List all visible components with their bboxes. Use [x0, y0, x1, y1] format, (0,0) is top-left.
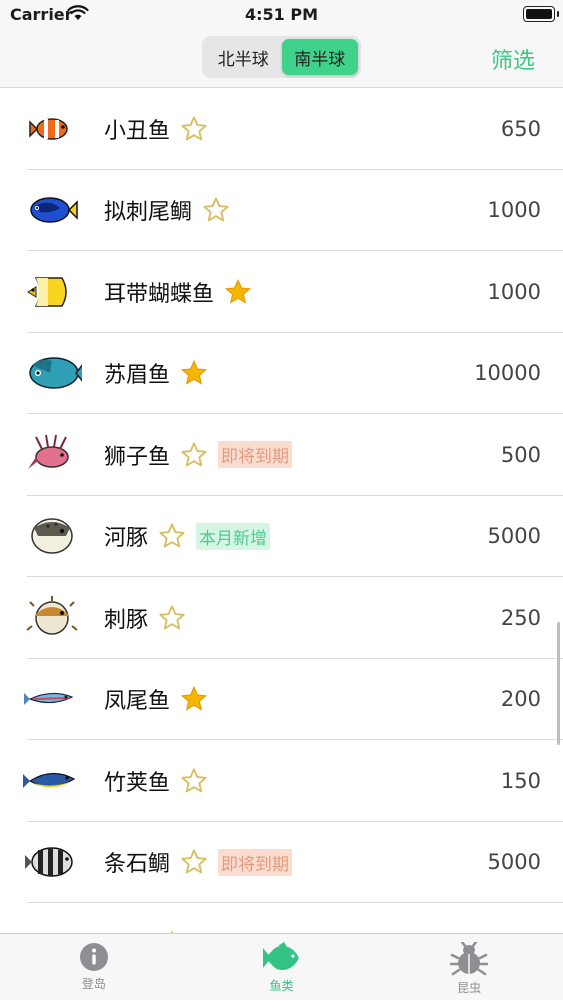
- fish-name-group: 耳带蝴蝶鱼: [104, 276, 252, 308]
- tab-island-label: 登岛: [81, 977, 106, 991]
- fish-name-group: 苏眉鱼: [104, 357, 208, 389]
- puffer-fish-icon: [31, 518, 73, 554]
- clownfish-icon: [29, 118, 68, 140]
- fish-row[interactable]: 河豚 本月新增 5000: [0, 496, 563, 578]
- blue-tang-icon: [30, 197, 78, 223]
- fish-row[interactable]: 苏眉鱼 10000: [0, 333, 563, 415]
- info-icon: [79, 943, 108, 971]
- sea-bass-icon: [22, 922, 82, 933]
- fish-price: 1000: [487, 279, 541, 304]
- favorite-star-outline-icon[interactable]: [202, 196, 230, 224]
- fish-price: 5000: [487, 524, 541, 549]
- fish-name: 小丑鱼: [104, 118, 171, 144]
- fish-row[interactable]: 凤尾鱼 200: [0, 659, 563, 741]
- leaving-soon-badge: 即将到期: [218, 848, 293, 876]
- fish-name-group: 凤尾鱼: [104, 683, 208, 715]
- favorite-star-icon[interactable]: [180, 685, 208, 713]
- fish-row[interactable]: 耳带蝴蝶鱼 1000: [0, 251, 563, 333]
- favorite-star-icon[interactable]: [224, 278, 252, 306]
- favorite-star-outline-icon[interactable]: [158, 604, 186, 632]
- fish-name: 苏眉鱼: [104, 363, 171, 389]
- filter-button[interactable]: 筛选: [491, 43, 535, 75]
- scroll-indicator: [557, 622, 560, 745]
- favorite-star-outline-icon[interactable]: [158, 522, 186, 550]
- fish-price: 500: [500, 442, 541, 467]
- fish-row[interactable]: 条石鲷 即将到期 5000: [0, 822, 563, 904]
- fish-name: 拟刺尾鲷: [104, 200, 193, 226]
- fish-name-group: 刺豚: [104, 602, 186, 634]
- anchovy-icon: [24, 693, 74, 706]
- fish-row[interactable]: 狮子鱼 即将到期 500: [0, 414, 563, 496]
- tab-fish-label: 鱼类: [269, 979, 294, 993]
- fish-price: 5000: [487, 850, 541, 875]
- fish-price: 650: [500, 116, 541, 141]
- leaving-soon-badge: 即将到期: [218, 441, 293, 469]
- favorite-star-outline-icon[interactable]: [180, 767, 208, 795]
- fish-name: 耳带蝴蝶鱼: [104, 281, 215, 307]
- fish-price: 1000: [487, 198, 541, 223]
- fish-price: 150: [500, 768, 541, 793]
- tab-insects-label: 昆虫: [457, 981, 482, 995]
- fish-row[interactable]: 鲈鱼400: [0, 903, 563, 933]
- fish-name-group: 小丑鱼: [104, 113, 208, 145]
- fish-name: 河豚: [104, 526, 149, 552]
- segment-south-hemisphere[interactable]: 南半球: [281, 39, 358, 75]
- tab-island[interactable]: 登岛: [0, 934, 188, 1000]
- favorite-star-outline-icon[interactable]: [180, 441, 208, 469]
- fish-name: 狮子鱼: [104, 444, 171, 470]
- barred-knifejaw-icon: [25, 847, 73, 877]
- fish-name-group: 河豚 本月新增: [104, 520, 271, 552]
- fish-name: 条石鲷: [104, 852, 171, 878]
- butterfly-fish-icon: [27, 277, 67, 307]
- fish-row[interactable]: 小丑鱼 650: [0, 88, 563, 170]
- napoleonfish-icon: [29, 357, 82, 389]
- bug-icon: [450, 942, 489, 976]
- tab-fish[interactable]: 鱼类: [188, 934, 376, 1000]
- favorite-star-icon[interactable]: [180, 359, 208, 387]
- hemisphere-segmented-control: 北半球 南半球: [202, 36, 361, 78]
- nav-bar: 北半球 南半球 筛选: [0, 30, 563, 88]
- status-bar: Carrier 4:51 PM: [0, 0, 563, 30]
- fish-name-group: 竹荚鱼: [104, 765, 208, 797]
- favorite-star-outline-icon[interactable]: [180, 115, 208, 143]
- horse-mackerel-icon: [23, 772, 76, 788]
- fish-icon: [262, 942, 298, 970]
- segment-north-hemisphere[interactable]: 北半球: [205, 39, 282, 75]
- fish-name: 凤尾鱼: [104, 689, 171, 715]
- spiny-puffer-icon: [26, 595, 78, 635]
- new-this-month-badge: 本月新增: [196, 522, 271, 550]
- battery-icon: [523, 6, 559, 22]
- fish-price: 10000: [474, 361, 541, 386]
- fish-name-group: 拟刺尾鲷: [104, 194, 230, 226]
- tab-insects[interactable]: 昆虫: [375, 934, 563, 1000]
- fish-name: 竹荚鱼: [104, 770, 171, 796]
- fish-price: 200: [500, 687, 541, 712]
- fish-list[interactable]: 小丑鱼 650 拟刺尾鲷 1000 耳带蝴蝶鱼 1000 苏眉鱼 10000 狮子鱼 即将到期 50…: [0, 88, 563, 933]
- fish-name-group: 狮子鱼 即将到期: [104, 439, 293, 471]
- tab-bar: 登岛 鱼类 昆虫: [0, 933, 563, 1000]
- fish-name-group: 条石鲷 即将到期: [104, 846, 293, 878]
- favorite-star-outline-icon[interactable]: [180, 848, 208, 876]
- fish-row[interactable]: 竹荚鱼 150: [0, 740, 563, 822]
- clock: 4:51 PM: [244, 5, 318, 24]
- fish-name: 刺豚: [104, 607, 149, 633]
- fish-row[interactable]: 刺豚 250: [0, 577, 563, 659]
- fish-row[interactable]: 拟刺尾鲷 1000: [0, 170, 563, 252]
- fish-price: 250: [500, 605, 541, 630]
- lionfish-icon: [28, 434, 69, 469]
